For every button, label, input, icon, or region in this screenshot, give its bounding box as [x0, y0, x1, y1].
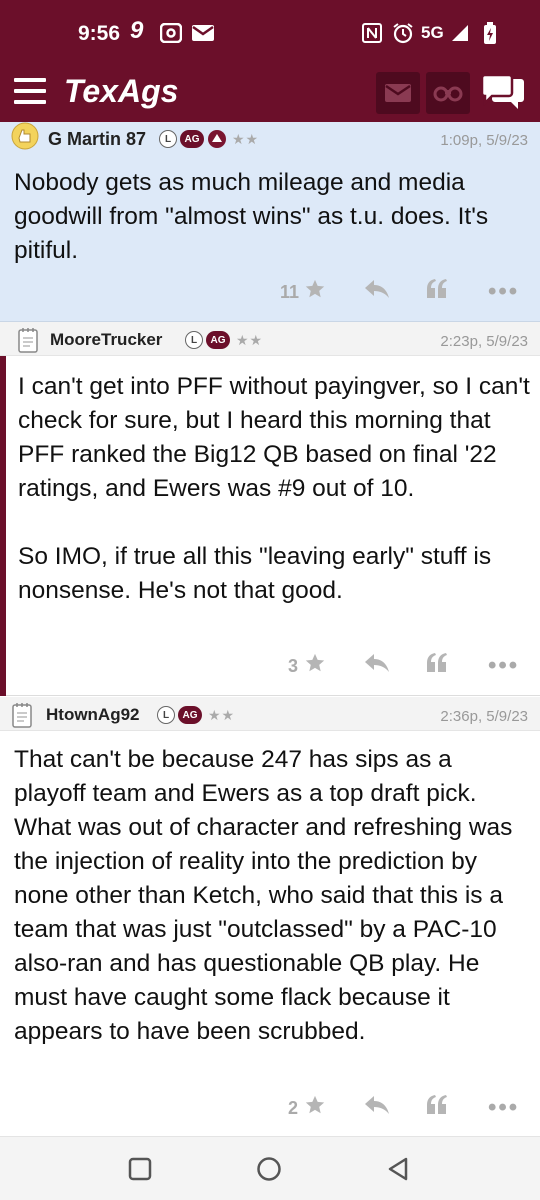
reply-icon[interactable]	[364, 278, 390, 300]
user-stars: ★★	[236, 332, 264, 348]
forum-post: G Martin 87 L AG ★★ 1:09p, 5/9/23 Nobody…	[0, 122, 540, 322]
star-count: 11	[280, 282, 300, 302]
envelope-icon	[385, 84, 411, 102]
post-timestamp: 1:09p, 5/9/23	[440, 132, 528, 149]
alarm-icon	[392, 22, 414, 44]
chat-button[interactable]	[478, 72, 528, 114]
back-icon[interactable]	[386, 1156, 410, 1187]
post-username[interactable]: MooreTrucker	[50, 330, 162, 350]
post-body: That can't be because 247 has sips as a …	[14, 746, 513, 1045]
post-username[interactable]: G Martin 87	[48, 129, 146, 150]
team-logo-icon	[208, 130, 226, 148]
badge-ag: AG	[206, 331, 230, 349]
star-count: 2	[288, 1098, 299, 1118]
star-icon[interactable]	[304, 278, 326, 300]
signal-icon	[450, 22, 470, 44]
texags-logo[interactable]: TexAgs	[64, 73, 178, 110]
post-body: I can't get into PFF without payingver, …	[18, 373, 530, 604]
notepad-icon	[12, 703, 32, 728]
home-icon[interactable]	[256, 1156, 282, 1187]
post-meta: MooreTrucker L AG ★★ 2:23p, 5/9/23	[0, 322, 540, 356]
badge-l: L	[157, 706, 175, 724]
avatar[interactable]	[18, 327, 44, 353]
watch-button[interactable]	[426, 72, 470, 114]
thumbs-up-hand-icon	[11, 122, 39, 150]
recents-icon[interactable]	[128, 1157, 152, 1186]
user-stars: ★★	[208, 707, 236, 723]
post-meta: G Martin 87 L AG ★★ 1:09p, 5/9/23	[0, 122, 540, 156]
post-actions: 2 •••	[0, 1090, 540, 1124]
binoculars-icon	[433, 86, 463, 102]
radio-notification-icon	[160, 22, 182, 44]
star-icon[interactable]	[304, 652, 326, 674]
more-icon[interactable]: •••	[488, 278, 519, 306]
forum-post: MooreTrucker L AG ★★ 2:23p, 5/9/23 I can…	[0, 322, 540, 696]
post-body: Nobody gets as much mileage and media go…	[14, 169, 489, 264]
post-meta: HtownAg92 L AG ★★ 2:36p, 5/9/23	[0, 697, 540, 731]
app-header: TexAgs	[0, 64, 540, 122]
star-count: 3	[288, 656, 299, 676]
app-notification-icon: 9	[130, 17, 144, 44]
more-icon[interactable]: •••	[488, 1094, 519, 1122]
avatar[interactable]	[12, 702, 38, 728]
status-time: 9:56	[78, 22, 121, 45]
reply-icon[interactable]	[364, 652, 390, 674]
nfc-icon	[362, 22, 382, 44]
reply-icon[interactable]	[364, 1094, 390, 1116]
user-stars: ★★	[232, 131, 260, 147]
messages-button[interactable]	[376, 72, 420, 114]
post-timestamp: 2:23p, 5/9/23	[440, 333, 528, 350]
post-actions: 11 •••	[0, 274, 540, 308]
network-type: 5G	[421, 23, 444, 42]
menu-icon[interactable]	[14, 78, 46, 104]
quote-icon[interactable]	[426, 1094, 448, 1116]
avatar[interactable]	[10, 122, 39, 150]
post-username[interactable]: HtownAg92	[46, 705, 140, 725]
battery-icon	[484, 22, 496, 44]
quote-icon[interactable]	[426, 652, 448, 674]
more-icon[interactable]: •••	[488, 652, 519, 680]
badge-ag: AG	[180, 130, 204, 148]
post-timestamp: 2:36p, 5/9/23	[440, 708, 528, 725]
badge-l: L	[159, 130, 177, 148]
status-bar: 9:56 9 5G	[0, 0, 540, 64]
badge-ag: AG	[178, 706, 202, 724]
notepad-icon	[18, 328, 38, 353]
forum-post: HtownAg92 L AG ★★ 2:36p, 5/9/23 That can…	[0, 697, 540, 1136]
mail-notification-icon	[192, 22, 214, 44]
post-actions: 3 •••	[0, 648, 540, 682]
star-icon[interactable]	[304, 1094, 326, 1116]
chat-bubbles-icon	[481, 75, 524, 109]
badge-l: L	[185, 331, 203, 349]
system-nav-bar	[0, 1136, 540, 1200]
quote-icon[interactable]	[426, 278, 448, 300]
post-accent-bar	[0, 322, 6, 696]
